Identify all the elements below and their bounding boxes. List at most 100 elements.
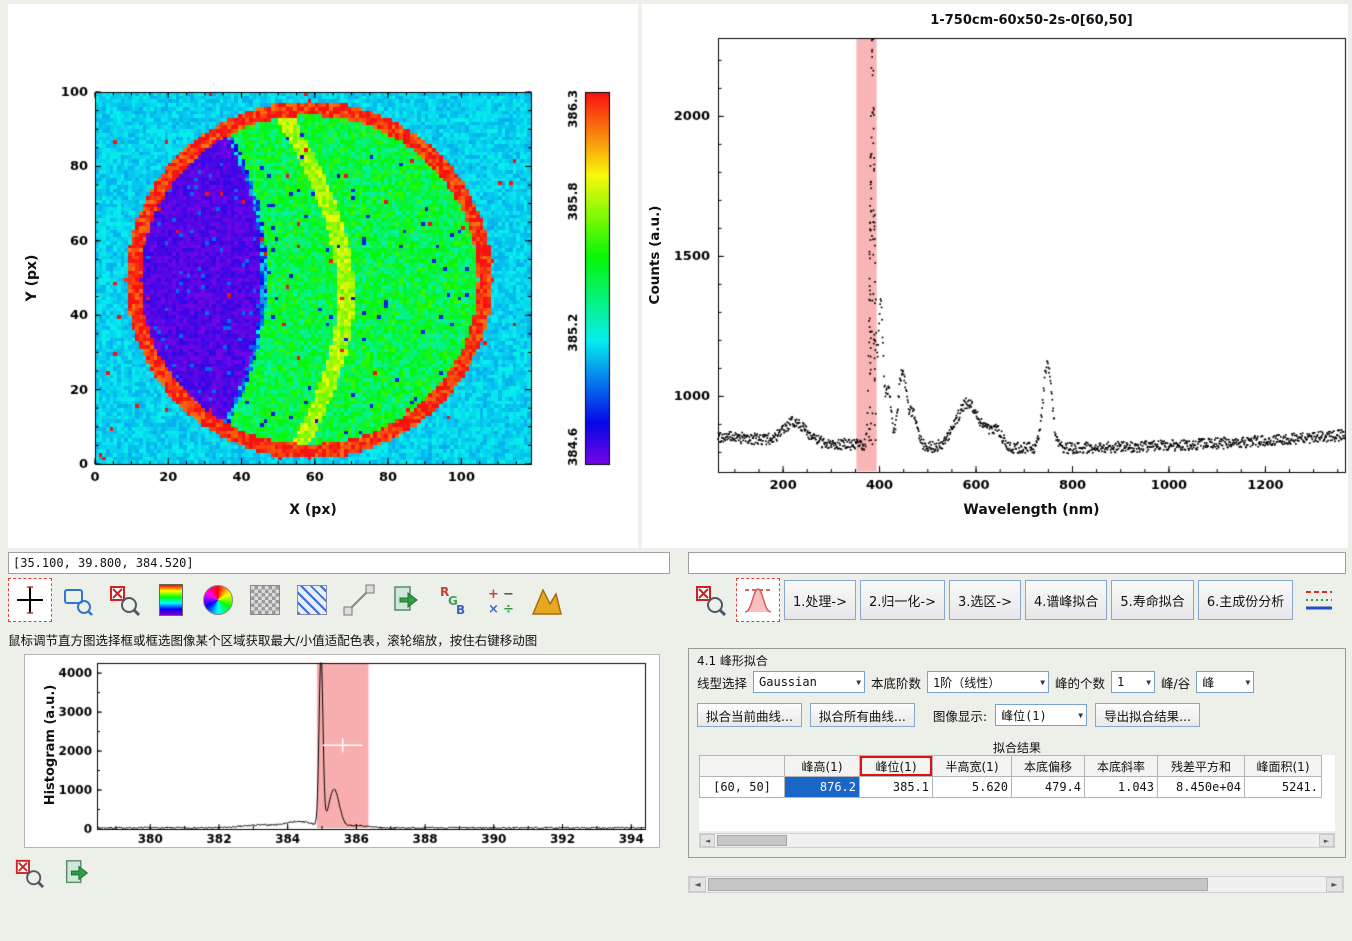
measure-icon — [343, 584, 375, 616]
row-label[interactable]: [60, 50] — [700, 777, 785, 798]
color-wheel-button[interactable] — [196, 578, 240, 622]
left-toolbar: RGB +−×÷ — [8, 578, 569, 622]
reset-zoom-button[interactable] — [688, 578, 732, 622]
export-button[interactable] — [58, 854, 96, 892]
table-cell[interactable]: 876.2 — [785, 777, 860, 798]
step1-process-button[interactable]: 1.处理-> — [784, 580, 856, 620]
results-title: 拟合结果 — [699, 739, 1335, 756]
texture-button[interactable] — [243, 578, 287, 622]
rgb-channels-button[interactable]: RGB — [431, 578, 475, 622]
peak-count-value: 1 — [1117, 675, 1124, 689]
scroll-left-arrow[interactable]: ◄ — [689, 877, 706, 892]
heatmap-xlabel: X (px) — [95, 502, 531, 518]
measure-button[interactable] — [337, 578, 381, 622]
reset-zoom-button[interactable] — [102, 578, 146, 622]
column-header[interactable]: 残差平方和 — [1158, 756, 1245, 777]
table-cell[interactable]: 479.4 — [1012, 777, 1085, 798]
table-cell[interactable]: 5241. — [1245, 777, 1322, 798]
crosshair-tool-button[interactable] — [8, 578, 52, 622]
rgb-icon: RGB — [437, 584, 469, 616]
peak-count-label: 峰的个数 — [1055, 673, 1105, 692]
chevron-down-icon: ▼ — [1078, 711, 1083, 720]
cursor-readout-field: [35.100, 39.800, 384.520] — [8, 552, 670, 574]
step5-lifetime-fit-button[interactable]: 5.寿命拟合 — [1111, 580, 1193, 620]
column-header[interactable]: 峰位(1) — [860, 756, 933, 777]
peak-fit-icon — [742, 584, 774, 616]
step2-normalize-button[interactable]: 2.归一化-> — [860, 580, 945, 620]
column-header[interactable] — [700, 756, 785, 777]
line-type-label: 线型选择 — [697, 673, 747, 692]
table-scrollbar-track[interactable] — [715, 834, 1319, 847]
svg-text:×: × — [488, 602, 499, 616]
fit-current-button[interactable]: 拟合当前曲线... — [697, 703, 802, 727]
pattern-button[interactable] — [290, 578, 334, 622]
column-header[interactable]: 半高宽(1) — [933, 756, 1012, 777]
zoom-select-button[interactable] — [55, 578, 99, 622]
step3-region-button[interactable]: 3.选区-> — [949, 580, 1021, 620]
baseline-order-label: 本底阶数 — [871, 673, 921, 692]
curve-styles-button[interactable] — [1297, 578, 1341, 622]
step6-pca-button[interactable]: 6.主成份分析 — [1198, 580, 1293, 620]
results-table-viewport: 峰高(1)峰位(1)半高宽(1)本底偏移本底斜率残差平方和峰面积(1)[60, … — [699, 755, 1335, 831]
table-row[interactable]: [60, 50]876.2385.15.620479.41.0438.450e+… — [700, 777, 1322, 798]
peak-count-select[interactable]: 1 ▼ — [1111, 671, 1155, 693]
spectrum-plot[interactable] — [642, 4, 1348, 548]
histogram-panel: Histogram (a.u.) — [24, 654, 660, 848]
main-horizontal-scrollbar[interactable]: ◄ ► — [688, 876, 1344, 893]
svg-text:B: B — [456, 603, 465, 616]
scroll-left-arrow[interactable]: ◄ — [700, 834, 715, 847]
fit-all-button[interactable]: 拟合所有曲线... — [810, 703, 915, 727]
export-icon — [390, 584, 422, 616]
line-type-value: Gaussian — [759, 675, 817, 689]
histogram-ylabel: Histogram (a.u.) — [43, 675, 59, 815]
table-cell[interactable]: 1.043 — [1085, 777, 1158, 798]
left-bottom-toolbar — [10, 854, 96, 892]
column-header[interactable]: 本底偏移 — [1012, 756, 1085, 777]
peak-valley-select[interactable]: 峰 ▼ — [1196, 671, 1254, 693]
export-results-button[interactable]: 导出拟合结果... — [1095, 703, 1200, 727]
export-button[interactable] — [1345, 578, 1352, 622]
main-scrollbar-track[interactable] — [706, 877, 1326, 892]
spectrum-panel: 1-750cm-60x50-2s-0[60,50] Wavelength (nm… — [642, 4, 1348, 548]
peak-fit-tool-button[interactable] — [736, 578, 780, 622]
export-button[interactable] — [384, 578, 428, 622]
column-header[interactable]: 峰高(1) — [785, 756, 860, 777]
math-operations-button[interactable]: +−×÷ — [478, 578, 522, 622]
image-display-value: 峰位(1) — [1001, 707, 1047, 724]
texture-icon — [250, 585, 280, 615]
surface-3d-button[interactable] — [525, 578, 569, 622]
curve-styles-icon — [1303, 584, 1335, 616]
reset-zoom-button[interactable] — [10, 854, 48, 892]
image-display-label: 图像显示: — [933, 706, 987, 725]
scroll-right-arrow[interactable]: ► — [1326, 877, 1343, 892]
table-cell[interactable]: 5.620 — [933, 777, 1012, 798]
main-scrollbar-thumb[interactable] — [708, 878, 1208, 891]
heatmap-plot[interactable] — [8, 4, 638, 548]
step4-peak-fit-button[interactable]: 4.谱峰拟合 — [1025, 580, 1107, 620]
baseline-order-value: 1阶（线性） — [933, 674, 1000, 691]
histogram-plot[interactable] — [25, 655, 657, 845]
column-header[interactable]: 峰面积(1) — [1245, 756, 1322, 777]
results-table: 峰高(1)峰位(1)半高宽(1)本底偏移本底斜率残差平方和峰面积(1)[60, … — [699, 755, 1322, 798]
app-window: X (px) Y (px) 1-750cm-60x50-2s-0[60,50] … — [0, 0, 1352, 941]
colormap-button[interactable] — [149, 578, 193, 622]
heatmap-ylabel: Y (px) — [24, 248, 40, 308]
peak-fit-panel: 4.1 峰形拟合 线型选择 Gaussian ▼ 本底阶数 1阶（线性） ▼ 峰… — [688, 648, 1346, 858]
line-type-select[interactable]: Gaussian ▼ — [753, 671, 865, 693]
column-header[interactable]: 本底斜率 — [1085, 756, 1158, 777]
baseline-order-select[interactable]: 1阶（线性） ▼ — [927, 671, 1049, 693]
table-cell[interactable]: 385.1 — [860, 777, 933, 798]
svg-text:+: + — [488, 587, 499, 602]
table-scrollbar-thumb[interactable] — [717, 835, 787, 846]
zoom-box-icon — [61, 584, 93, 616]
scroll-right-arrow[interactable]: ► — [1319, 834, 1334, 847]
color-wheel-icon — [203, 585, 233, 615]
right-toolbar: 1.处理-> 2.归一化-> 3.选区-> 4.谱峰拟合 5.寿命拟合 6.主成… — [688, 578, 1352, 622]
colormap-icon — [159, 584, 183, 616]
table-cell[interactable]: 8.450e+04 — [1158, 777, 1245, 798]
table-scrollbar[interactable]: ◄ ► — [699, 833, 1335, 848]
heatmap-panel: X (px) Y (px) — [8, 4, 638, 548]
math-icon: +−×÷ — [484, 584, 516, 616]
image-display-select[interactable]: 峰位(1) ▼ — [995, 704, 1087, 726]
reset-zoom-icon — [694, 584, 726, 616]
